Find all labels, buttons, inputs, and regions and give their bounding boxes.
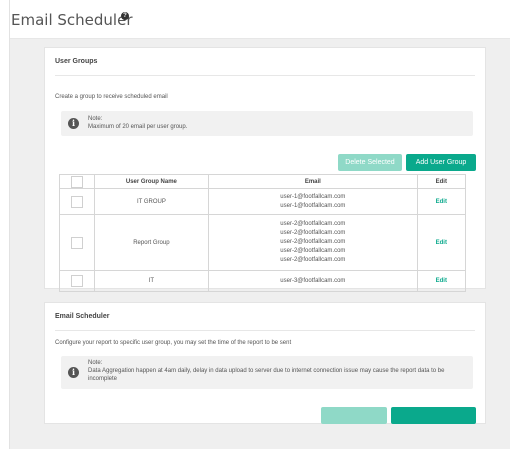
row-checkbox[interactable]: [70, 195, 83, 208]
edit-cell: Edit: [416, 214, 467, 271]
row-checkbox[interactable]: [70, 236, 83, 249]
email-item: user-1@footfallcam.com: [280, 193, 346, 200]
scheduler-secondary-button[interactable]: [321, 407, 387, 424]
table-header-row: User Group Name Email Edit: [59, 174, 467, 189]
column-header-select: [59, 174, 95, 189]
row-select-cell: [59, 270, 95, 292]
email-item: user-2@footfallcam.com: [280, 230, 346, 236]
edit-cell: Edit: [416, 188, 467, 215]
info-icon: i: [68, 118, 79, 129]
edit-cell: Edit: [416, 270, 467, 292]
email-item: user-2@footfallcam.com: [280, 257, 346, 263]
edit-link[interactable]: Edit: [436, 240, 447, 246]
info-icon: i: [68, 367, 79, 378]
email-scheduler-note: i Note: Data Aggregation happen at 4am d…: [61, 356, 473, 389]
row-select-cell: [59, 214, 95, 271]
table-row: IT GROUP user-1@footfallcam.com user-1@f…: [59, 188, 467, 215]
column-header-edit: Edit: [416, 174, 467, 189]
email-cell: user-3@footfallcam.com: [208, 270, 418, 292]
table-row: IT user-3@footfallcam.com Edit: [59, 270, 467, 292]
email-cell: user-1@footfallcam.com user-1@footfallca…: [208, 188, 418, 215]
delete-selected-button[interactable]: Delete Selected: [338, 154, 402, 171]
table-row: Report Group user-2@footfallcam.com user…: [59, 214, 467, 271]
group-name-cell: Report Group: [93, 214, 210, 271]
email-scheduler-title: Email Scheduler: [55, 303, 475, 331]
column-header-name: User Group Name: [93, 174, 210, 189]
edit-link[interactable]: Edit: [436, 199, 447, 205]
note-label: Note:: [88, 360, 103, 366]
page-title: Email Scheduler: [11, 11, 133, 29]
email-item: user-1@footfallcam.com: [280, 202, 346, 209]
email-scheduler-description: Configure your report to specific user g…: [55, 340, 292, 346]
select-all-checkbox[interactable]: [70, 175, 83, 188]
user-groups-description: Create a group to receive scheduled emai…: [55, 94, 168, 100]
group-name-cell: IT GROUP: [93, 188, 210, 215]
note-text: Data Aggregation happen at 4am daily, de…: [88, 368, 445, 382]
email-item: user-2@footfallcam.com: [280, 239, 346, 245]
row-select-cell: [59, 188, 95, 215]
add-user-group-button[interactable]: Add User Group: [406, 154, 476, 171]
user-groups-title: User Groups: [55, 48, 475, 76]
email-cell: user-2@footfallcam.com user-2@footfallca…: [208, 214, 418, 271]
column-header-email: Email: [208, 174, 418, 189]
edit-link[interactable]: Edit: [436, 278, 447, 284]
page-header: Email Scheduler ?: [10, 0, 510, 39]
scheduler-primary-button[interactable]: [391, 407, 476, 424]
row-checkbox[interactable]: [70, 275, 83, 287]
help-icon[interactable]: ?: [121, 12, 129, 20]
group-name-cell: IT: [93, 270, 210, 292]
email-item: user-3@footfallcam.com: [280, 277, 346, 284]
note-text: Maximum of 20 email per user group.: [88, 124, 188, 130]
email-scheduler-card: Email Scheduler Configure your report to…: [44, 302, 486, 424]
user-groups-card: User Groups Create a group to receive sc…: [44, 47, 486, 292]
user-groups-table: User Group Name Email Edit IT GROUP user…: [59, 174, 467, 292]
note-label: Note:: [88, 116, 103, 122]
email-item: user-2@footfallcam.com: [280, 221, 346, 227]
user-groups-note: i Note: Maximum of 20 email per user gro…: [61, 111, 473, 136]
email-item: user-2@footfallcam.com: [280, 248, 346, 254]
